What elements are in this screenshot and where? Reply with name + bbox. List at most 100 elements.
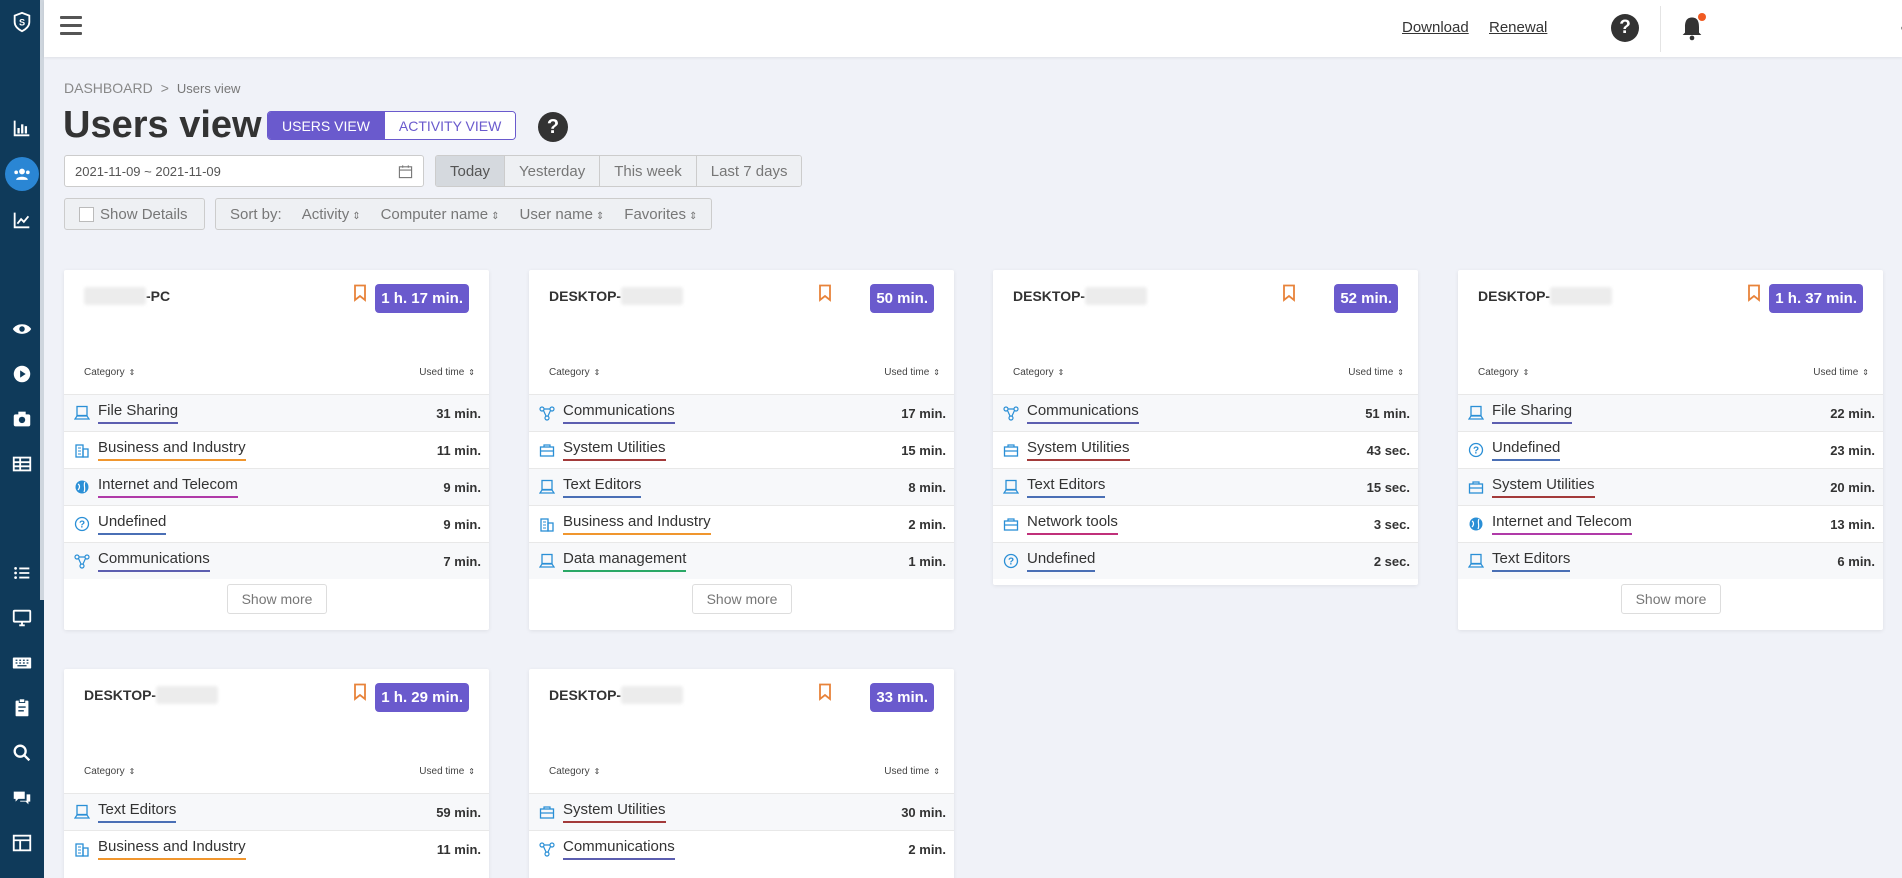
category-link[interactable]: Communications	[563, 402, 675, 424]
users-view-tab[interactable]: USERS VIEW	[268, 112, 384, 139]
category-link[interactable]: Communications	[98, 550, 210, 572]
last-7-days-button[interactable]: Last 7 days	[695, 156, 802, 186]
search-icon[interactable]	[0, 735, 44, 771]
list-icon[interactable]	[0, 555, 44, 591]
play-icon[interactable]	[0, 356, 44, 392]
used-time-column-header[interactable]: Used time ⇕	[419, 766, 475, 777]
used-time-header-label: Used time	[1348, 367, 1394, 378]
category-link[interactable]: Internet and Telecom	[98, 476, 238, 498]
table-row: File Sharing 31 min.	[64, 394, 489, 431]
keyboard-icon[interactable]	[0, 645, 44, 681]
category-link[interactable]: Undefined	[1027, 550, 1096, 572]
user-card[interactable]: DESKTOP- 1 h. 29 min. Category ⇕ Used tim…	[64, 669, 489, 878]
used-time-column-header[interactable]: Used time ⇕	[1813, 367, 1869, 378]
used-time-column-header[interactable]: Used time ⇕	[1348, 367, 1404, 378]
used-time-header-label: Used time	[419, 367, 465, 378]
category-link[interactable]: System Utilities	[1027, 439, 1130, 461]
line-chart-icon[interactable]	[0, 202, 44, 238]
computer-name-suffix: -PC	[146, 288, 171, 304]
sort-computer-name-button[interactable]: Computer name ⇕	[381, 206, 500, 223]
sort-activity-button[interactable]: Activity ⇕	[302, 206, 361, 223]
category-column-header[interactable]: Category ⇕	[549, 367, 600, 378]
bookmark-icon[interactable]	[818, 683, 832, 701]
bookmark-icon[interactable]	[1282, 284, 1296, 302]
user-card[interactable]: DESKTOP- 50 min. Category ⇕ Used time ⇕ Co…	[529, 270, 954, 630]
help-icon[interactable]: ?	[1611, 14, 1639, 42]
building-icon	[539, 516, 555, 532]
category-link[interactable]: Business and Industry	[563, 513, 711, 535]
category-link[interactable]: File Sharing	[1492, 402, 1573, 424]
monitor-icon[interactable]	[0, 600, 44, 636]
layout-icon[interactable]	[0, 825, 44, 861]
computer-name-prefix: DESKTOP-	[1013, 288, 1086, 304]
bar-chart-icon[interactable]	[0, 110, 44, 146]
category-link[interactable]: Communications	[563, 838, 675, 860]
bell-icon[interactable]	[1678, 13, 1706, 43]
user-card[interactable]: -PC 1 h. 17 min. Category ⇕ Used time ⇕ Fi…	[64, 270, 489, 630]
sort-user-name-button[interactable]: User name ⇕	[520, 206, 605, 223]
category-column-header[interactable]: Category ⇕	[84, 766, 135, 777]
date-range-input[interactable]: 2021-11-09 ~ 2021-11-09	[64, 155, 424, 187]
sidebar-scrollbar[interactable]	[40, 0, 44, 600]
bookmark-icon[interactable]	[818, 284, 832, 302]
sort-favorites-button[interactable]: Favorites ⇕	[624, 206, 697, 223]
category-link[interactable]: Data management	[563, 550, 687, 572]
table-icon[interactable]	[0, 446, 44, 482]
today-button[interactable]: Today	[436, 156, 505, 186]
category-link[interactable]: System Utilities	[1492, 476, 1595, 498]
users-icon[interactable]	[0, 156, 44, 192]
show-details-checkbox[interactable]	[79, 206, 94, 222]
used-time-column-header[interactable]: Used time ⇕	[419, 367, 475, 378]
category-link[interactable]: Internet and Telecom	[1492, 513, 1632, 535]
user-card[interactable]: DESKTOP- 1 h. 37 min. Category ⇕ Used tim…	[1458, 270, 1883, 630]
chat-icon[interactable]	[0, 780, 44, 816]
bookmark-icon[interactable]	[353, 284, 367, 302]
category-column-header[interactable]: Category ⇕	[549, 766, 600, 777]
camera-icon[interactable]	[0, 401, 44, 437]
category-link[interactable]: File Sharing	[98, 402, 179, 424]
renewal-link[interactable]: Renewal	[1489, 19, 1547, 36]
category-link[interactable]: System Utilities	[563, 801, 666, 823]
computer-icon	[73, 405, 91, 421]
clipboard-icon[interactable]	[0, 690, 44, 726]
used-time-column-header[interactable]: Used time ⇕	[884, 766, 940, 777]
breadcrumb-dashboard-link[interactable]: DASHBOARD	[64, 80, 153, 96]
show-more-button[interactable]: Show more	[227, 584, 327, 614]
activity-view-tab[interactable]: ACTIVITY VIEW	[383, 112, 516, 139]
table-row: Communications 17 min.	[529, 394, 954, 431]
page-help-icon[interactable]: ?	[538, 112, 568, 142]
category-link[interactable]: Business and Industry	[98, 838, 246, 860]
category-link[interactable]: Text Editors	[563, 476, 642, 498]
category-link[interactable]: Business and Industry	[98, 439, 246, 461]
bookmark-icon[interactable]	[1747, 284, 1761, 302]
user-card[interactable]: DESKTOP- 33 min. Category ⇕ Used time ⇕ Sy…	[529, 669, 954, 878]
this-week-button[interactable]: This week	[599, 156, 696, 186]
category-column-header[interactable]: Category ⇕	[1478, 367, 1529, 378]
used-time-column-header[interactable]: Used time ⇕	[884, 367, 940, 378]
category-column-header[interactable]: Category ⇕	[1013, 367, 1064, 378]
used-time-value: 23 min.	[1830, 442, 1875, 458]
category-link[interactable]: Network tools	[1027, 513, 1118, 535]
category-link[interactable]: System Utilities	[563, 439, 666, 461]
hamburger-menu-icon[interactable]	[60, 16, 82, 38]
category-link[interactable]: Text Editors	[1027, 476, 1106, 498]
user-card[interactable]: DESKTOP- 52 min. Category ⇕ Used time ⇕ Co…	[993, 270, 1418, 585]
calendar-icon[interactable]	[398, 164, 413, 179]
used-time-value: 9 min.	[443, 479, 481, 495]
show-more-button[interactable]: Show more	[1621, 584, 1721, 614]
category-link[interactable]: Undefined	[1492, 439, 1561, 461]
logo-shield-icon[interactable]: S	[0, 4, 44, 40]
download-link[interactable]: Download	[1402, 19, 1469, 36]
bookmark-icon[interactable]	[353, 683, 367, 701]
category-link[interactable]: Communications	[1027, 402, 1139, 424]
yesterday-button[interactable]: Yesterday	[504, 156, 600, 186]
show-more-button[interactable]: Show more	[692, 584, 792, 614]
table-header: Category ⇕ Used time ⇕	[993, 367, 1418, 383]
eye-icon[interactable]	[0, 311, 44, 347]
category-link[interactable]: Text Editors	[1492, 550, 1571, 572]
category-link[interactable]: Text Editors	[98, 801, 177, 823]
used-time-header-label: Used time	[884, 367, 930, 378]
category-column-header[interactable]: Category ⇕	[84, 367, 135, 378]
category-link[interactable]: Undefined	[98, 513, 167, 535]
show-details-toggle[interactable]: Show Details	[64, 198, 205, 230]
